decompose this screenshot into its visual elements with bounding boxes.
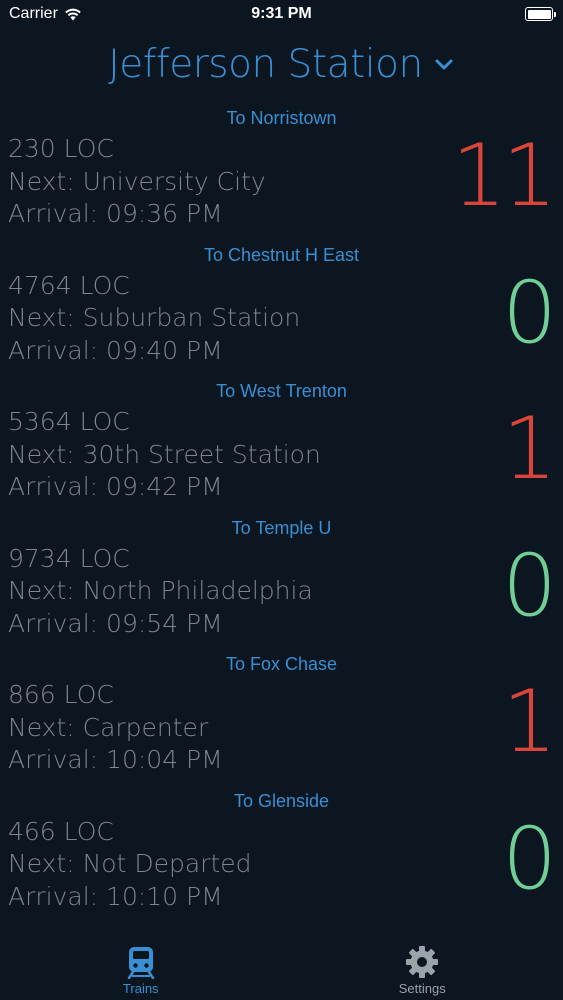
train-number: 4764 LOC xyxy=(8,270,130,300)
arrival-time: Arrival: 09:42 PM xyxy=(8,472,223,502)
station-selector[interactable]: Jefferson Station xyxy=(108,42,454,87)
tab-settings[interactable]: Settings xyxy=(282,934,563,1000)
destination-header: To Chestnut H East xyxy=(203,244,360,265)
train-info: 866 LOC Next: Carpenter Arrival: 10:04 PM xyxy=(8,679,223,777)
arrival-time: Arrival: 09:54 PM xyxy=(8,608,223,638)
train-info: 230 LOC Next: University City Arrival: 09:… xyxy=(8,133,266,231)
train-section: To Temple U 9734 LOC Next: North Philadelp… xyxy=(0,513,563,650)
tab-settings-label: Settings xyxy=(398,981,446,996)
arrival-time: Arrival: 10:04 PM xyxy=(8,745,223,775)
train-info: 9734 LOC Next: North Philadelphia Arrival:… xyxy=(8,543,313,641)
battery-icon xyxy=(525,7,556,21)
next-stop: Next: University City xyxy=(8,166,266,196)
tab-trains[interactable]: Trains xyxy=(0,934,282,1000)
train-section: To West Trenton 5364 LOC Next: 30th Street… xyxy=(0,376,563,513)
train-section: To Fox Chase 866 LOC Next: Carpenter Arriva… xyxy=(0,649,563,786)
minutes-late: 0 xyxy=(502,262,557,363)
train-section: To Glenside 466 LOC Next: Not Departed Arri… xyxy=(0,786,563,923)
arrival-time: Arrival: 09:36 PM xyxy=(8,199,223,228)
status-time: 9:31 PM xyxy=(251,5,312,22)
train-info: 466 LOC Next: Not Departed Arrival: 10:10 … xyxy=(8,816,252,914)
train-row[interactable]: 5364 LOC Next: 30th Street Station Arrival… xyxy=(0,399,563,512)
train-number: 230 LOC xyxy=(8,134,114,163)
station-title: Jefferson Station xyxy=(108,42,423,87)
header: Jefferson Station xyxy=(0,42,563,87)
train-number: 866 LOC xyxy=(8,680,114,710)
train-section: To Norristown 230 LOC Next: University Cit… xyxy=(0,103,563,240)
minutes-late: 1 xyxy=(502,399,557,500)
next-stop: Next: Suburban Station xyxy=(8,303,301,333)
tab-trains-label: Trains xyxy=(122,981,159,996)
train-list[interactable]: To Norristown 230 LOC Next: University Cit… xyxy=(0,103,563,935)
destination-header: To Glenside xyxy=(233,790,330,811)
train-number: 5364 LOC xyxy=(8,407,130,437)
train-row[interactable]: 866 LOC Next: Carpenter Arrival: 10:04 PM 1 xyxy=(0,672,563,785)
destination-header: To West Trenton xyxy=(216,381,347,402)
next-stop: Next: Carpenter xyxy=(8,712,209,742)
destination-header: To Temple U xyxy=(231,517,332,538)
train-row[interactable]: 466 LOC Next: Not Departed Arrival: 10:10 … xyxy=(0,809,563,922)
gear-icon xyxy=(406,946,439,978)
minutes-late: 11 xyxy=(451,126,557,226)
next-stop: Next: 30th Street Station xyxy=(8,439,321,469)
train-info: 5364 LOC Next: 30th Street Station Arrival… xyxy=(8,406,321,504)
minutes-late: 0 xyxy=(502,535,557,636)
arrival-time: Arrival: 09:40 PM xyxy=(8,335,223,365)
train-row[interactable]: 230 LOC Next: University City Arrival: 09:… xyxy=(0,126,563,239)
chevron-down-icon xyxy=(435,59,453,69)
train-number: 9734 LOC xyxy=(8,543,130,573)
minutes-late: 1 xyxy=(502,672,557,773)
train-row[interactable]: 9734 LOC Next: North Philadelphia Arrival:… xyxy=(0,536,563,649)
destination-header: To Fox Chase xyxy=(225,654,338,675)
minutes-late: 0 xyxy=(502,808,557,909)
train-info: 4764 LOC Next: Suburban Station Arrival: 0… xyxy=(8,270,300,368)
next-stop: Next: Not Departed xyxy=(8,849,252,879)
arrival-time: Arrival: 10:10 PM xyxy=(8,881,223,911)
train-row[interactable]: 4764 LOC Next: Suburban Station Arrival: 0… xyxy=(0,263,563,376)
train-number: 466 LOC xyxy=(8,816,114,846)
tab-bar: Trains Settings xyxy=(0,934,563,1000)
train-section: To Chestnut H East 4764 LOC Next: Suburban… xyxy=(0,240,563,377)
next-stop: Next: North Philadelphia xyxy=(8,576,313,606)
train-icon xyxy=(127,947,154,979)
status-bar: Carrier 9:31 PM xyxy=(0,0,563,30)
